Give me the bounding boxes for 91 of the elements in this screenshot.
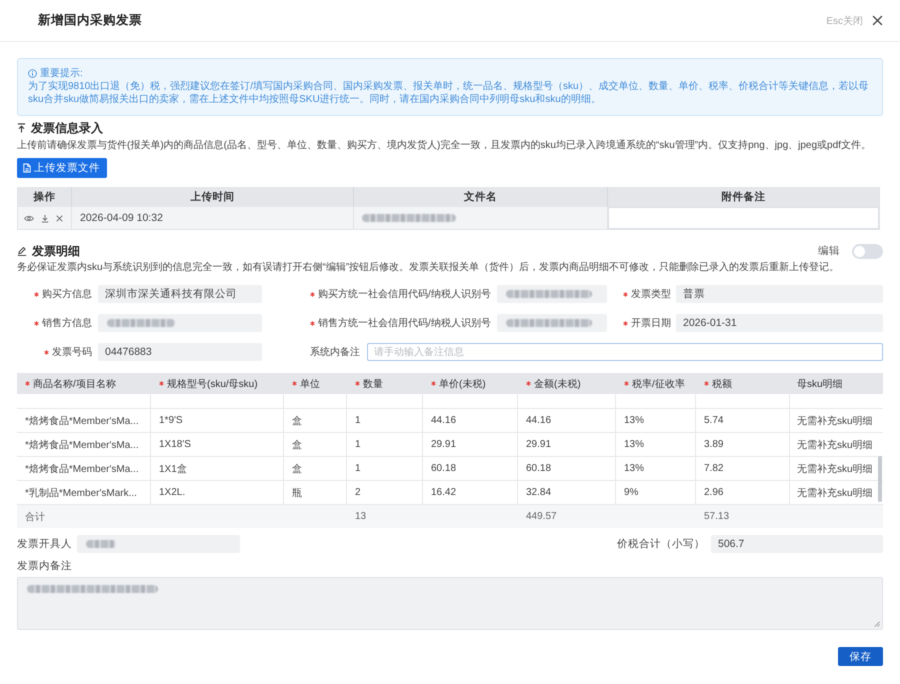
save-button[interactable]: 保存 [838,647,883,666]
table-cell-text: 合计 [24,510,46,524]
column-header: 单位 [300,378,320,390]
upload-icon [17,123,26,133]
table-cell: 44.16 [518,409,616,432]
table-cell: 5.74 [696,409,790,432]
table-cell: 瓶 [284,481,347,504]
readonly-field: 2026-01-31 [676,314,883,332]
edit-toggle[interactable] [852,244,883,258]
file-icon [23,163,31,173]
notice-title: 重要提示: [40,67,83,80]
field-label: 销售方统一社会信用代码/纳税人识别号 [318,316,491,330]
field-label: 价税合计（小写） [617,537,705,551]
table-cell: 9% [616,481,696,504]
field-label: 购买方统一社会信用代码/纳税人识别号 [318,288,491,301]
table-cell: 32.84 [518,481,616,504]
detail-hint: 务必保证发票内sku与系统识别到的信息完全一致，如有误请打开右侧“编辑”按钮后修改。发票关联报关单（货件）后，发票内商品明细不可修改，只能删除已录入的发票后重新上传登记。 [17,261,840,274]
table-cell: 29.91 [423,433,518,456]
field-label: 系统内备注 [310,346,360,359]
remark-field[interactable] [608,207,879,229]
close-icon[interactable] [872,15,883,26]
download-icon[interactable] [41,214,49,222]
remark-input[interactable]: 请手动输入备注信息 [367,343,883,361]
table-cell: 1X2L. [151,481,284,504]
table-cell: 盒 [284,457,347,480]
column-header: 规格型号(sku/母sku) [167,378,258,390]
table-cell: 13% [616,433,696,456]
table-cell: *焙烤食品*Member'sMa... [17,409,151,432]
readonly-field: 506.7 [711,535,883,553]
column-header: 附件备注 [720,190,766,205]
table-cell: 13% [616,457,696,480]
resize-handle-icon[interactable] [874,621,880,627]
table-cell-text: 无需补充sku明细 [796,462,874,476]
table-cell: 7.82 [696,457,790,480]
notice-text: 为了实现9810出口退（免）税，强烈建议您在签订/填写国内采购合同、国内采购发票、报关单时，统一品名、规格型号（sku）、成交单位、数量、单价、税率、价税合计等关键信息，若以母sku合并sku做简易报关出口的卖家，需在上述文件中均按照母SKU进行统一。同时，请在国内采购合同中列明母sku和sku的明细。 [28,80,870,106]
dialog-title: 新增国内采购发票 [38,12,143,29]
column-header: 单价(未税) [439,378,486,390]
table-cell: 1X1盒 [151,457,284,480]
table-cell-text: 449.57 [525,510,558,524]
table-cell: 3.89 [696,433,790,456]
section-heading: 发票明细 [32,242,81,260]
pen-icon [17,246,27,256]
table-cell: 13% [616,409,696,432]
upload-button[interactable]: 上传发票文件 [17,158,107,178]
close-icon[interactable] [56,214,63,222]
table-cell: 44.16 [423,409,518,432]
readonly-field: 普票 [676,285,883,303]
column-header: 数量 [363,378,383,390]
table-cell-text: 57.13 [703,510,730,524]
table-cell: 2026-04-09 10:32 [72,207,354,229]
upload-hint: 上传前请确保发票与货件(报关单)内的商品信息(品名、型号、单位、数量、购买方、境内发货人)完全一致，且发票内的sku均已录入跨境通系统的“sku管理”内。仅支持png、jpg、jpeg或pdf文件。 [17,139,872,152]
field-label: 发票类型 [631,288,671,301]
table-cell: 1*9'S [151,409,284,432]
table-cell-text: 无需补充sku明细 [796,414,874,428]
table-cell: 盒 [284,409,347,432]
field-label: 发票开具人 [17,537,72,551]
field-label: 销售方信息 [42,316,92,330]
table-cell: 16.42 [423,481,518,504]
scrollbar-thumb[interactable] [878,456,882,502]
table-cell: 1 [347,457,423,480]
column-header: 税率/征收率 [632,378,685,390]
table-cell-text: 13 [354,510,368,524]
toggle-label: 编辑 [818,244,840,258]
table-cell: 60.18 [423,457,518,480]
table-cell: 1X18'S [151,433,284,456]
section-heading: 发票信息录入 [31,120,103,136]
field-label: 发票内备注 [17,560,73,573]
table-cell: 盒 [284,433,347,456]
table-cell: 1 [347,433,423,456]
column-header: 母sku明细 [797,378,843,390]
readonly-field: 04476883 [98,343,262,361]
table-cell: 2 [347,481,423,504]
table-cell: 1 [347,409,423,432]
table-cell-text: 无需补充sku明细 [796,438,874,452]
field-label: 发票号码 [52,346,92,359]
info-icon [28,69,37,78]
table-cell: *乳制品*Member'sMark... [17,481,151,504]
table-cell: *焙烤食品*Member'sMa... [17,433,151,456]
field-label: 开票日期 [631,316,671,330]
column-header: 税额 [712,378,732,390]
close-hint: Esc关闭 [826,14,863,28]
table-cell-text: 无需补充sku明细 [796,486,874,500]
table-cell: 29.91 [518,433,616,456]
table-cell: 60.18 [518,457,616,480]
table-cell: 2.96 [696,481,790,504]
table-cell: *焙烤食品*Member'sMa... [17,457,151,480]
field-label: 购买方信息 [42,288,92,301]
column-header: 金额(未税) [534,378,581,390]
readonly-field: 深圳市深关通科技有限公司 [98,285,262,303]
eye-icon[interactable] [24,214,34,222]
column-header: 商品名称/项目名称 [33,378,116,390]
